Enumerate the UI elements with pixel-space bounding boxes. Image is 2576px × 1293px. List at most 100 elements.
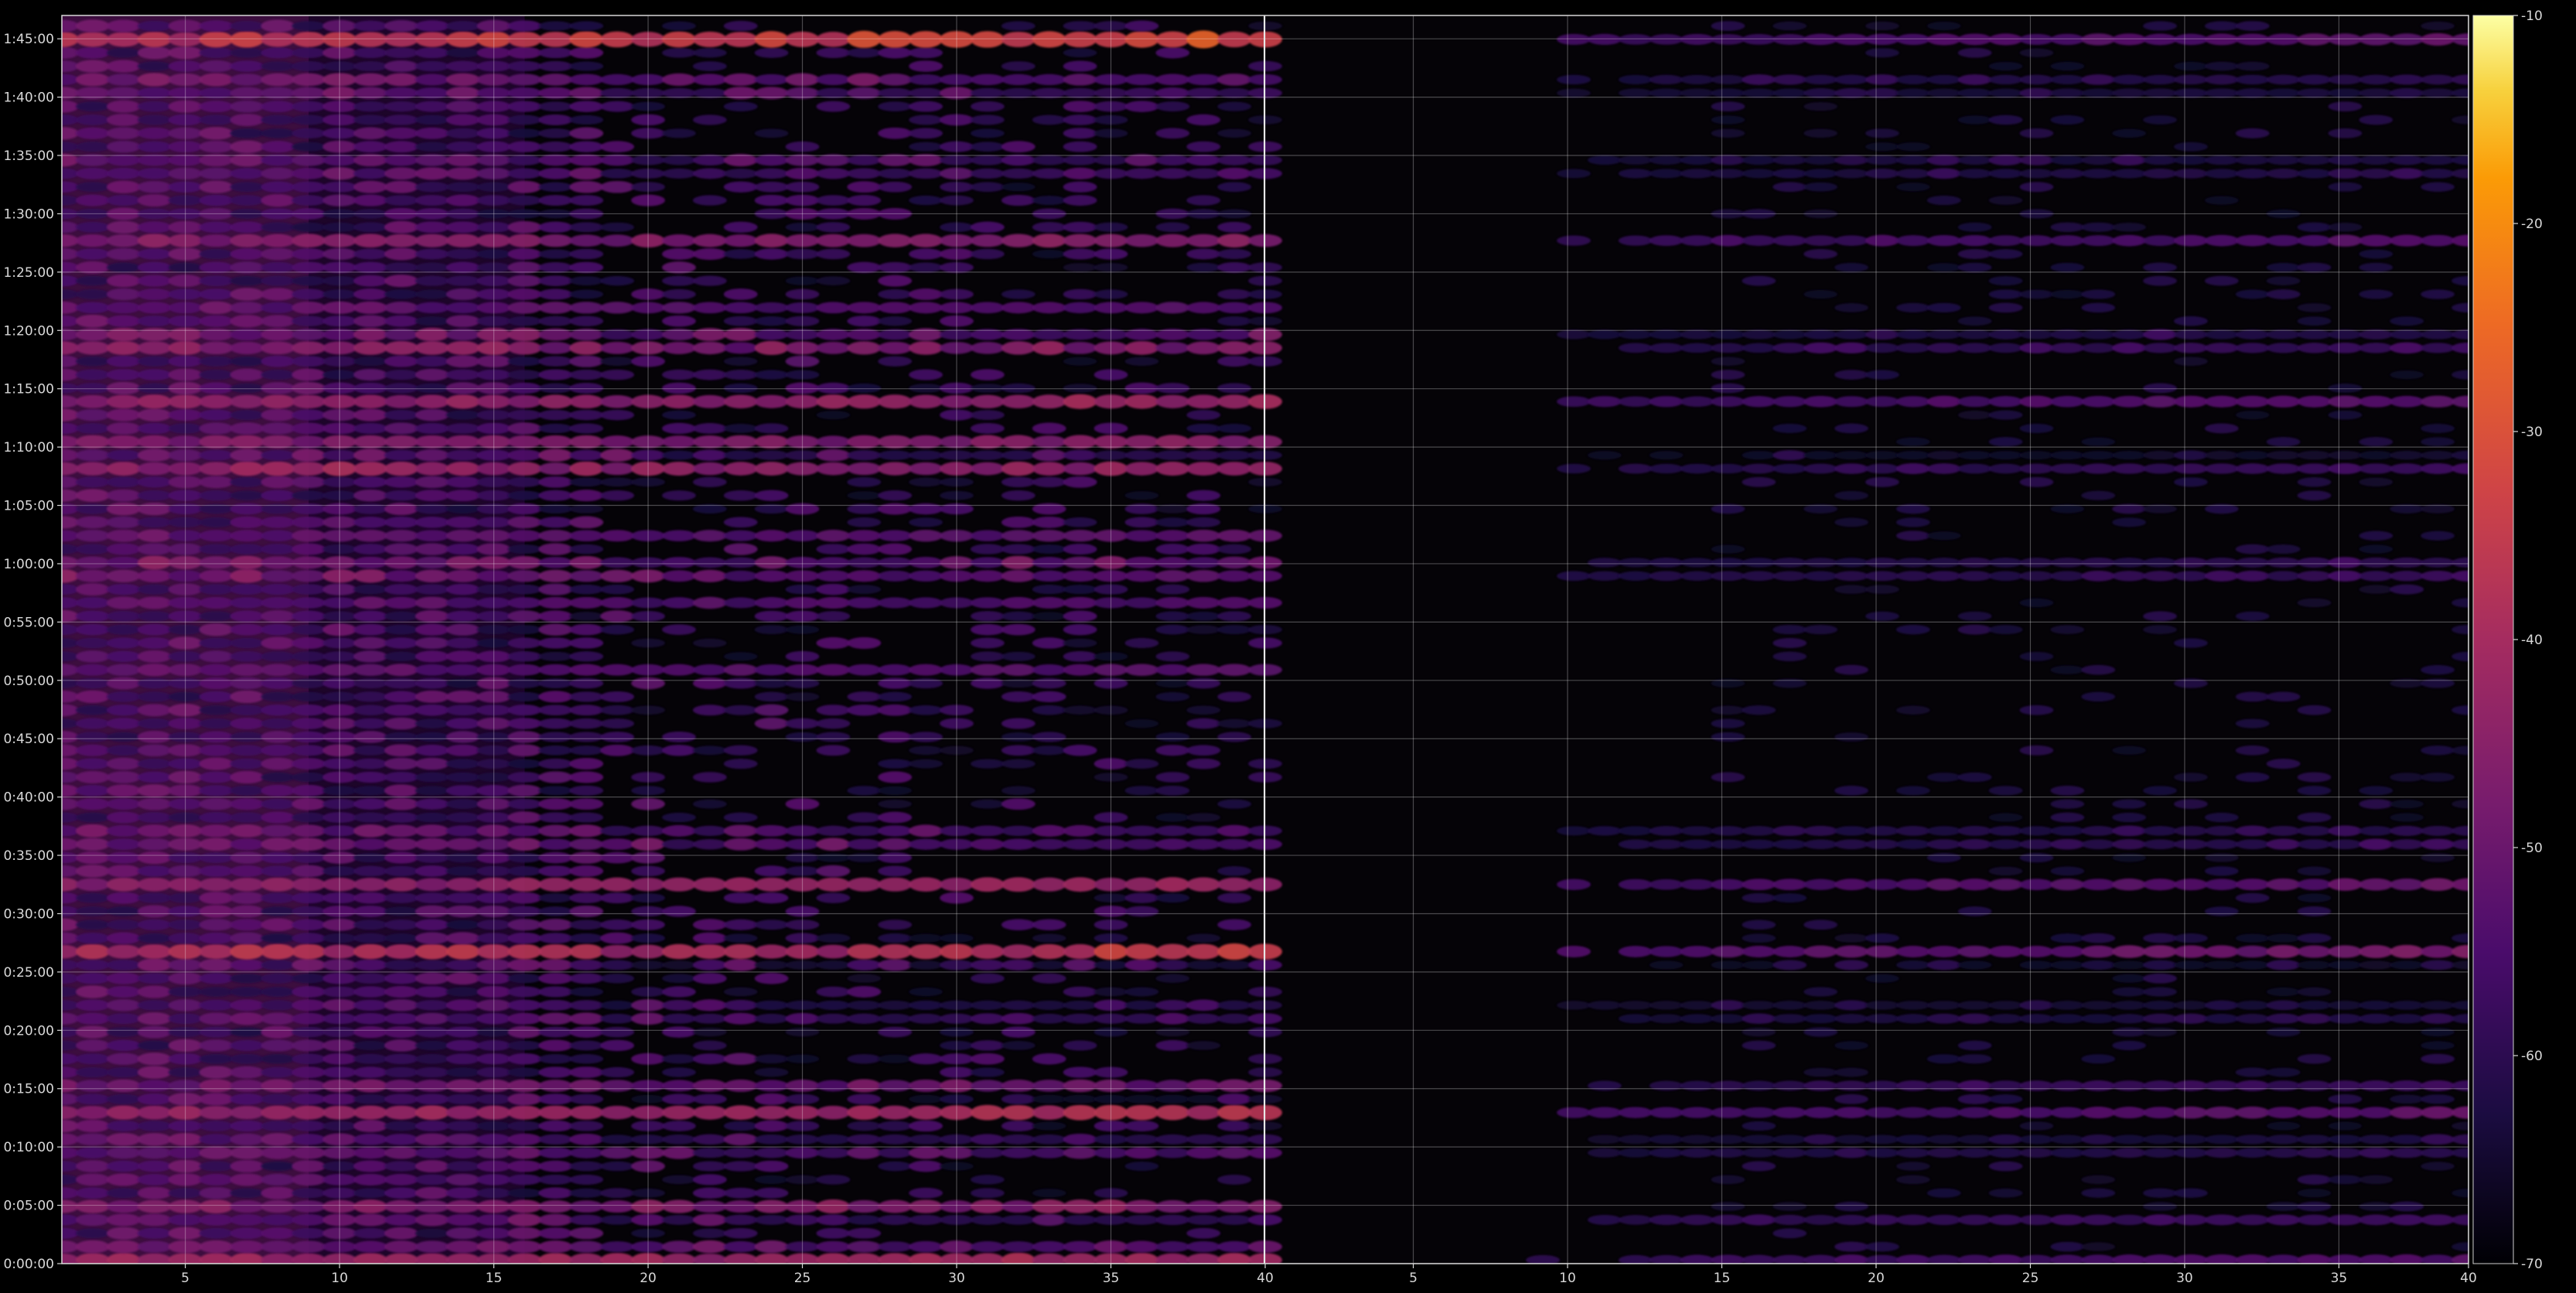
heatmap-cell bbox=[1988, 839, 2023, 849]
heatmap-cell bbox=[230, 824, 264, 838]
heatmap-cell bbox=[106, 461, 141, 476]
heatmap-cell bbox=[353, 1119, 387, 1133]
heatmap-cell bbox=[1155, 1134, 1190, 1145]
heatmap-cell bbox=[2359, 1202, 2393, 1211]
heatmap-cell bbox=[507, 932, 542, 944]
heatmap-cell bbox=[909, 745, 943, 756]
heatmap-cell bbox=[507, 570, 542, 582]
heatmap-cell bbox=[415, 852, 449, 863]
heatmap-cell bbox=[2390, 878, 2424, 891]
heatmap-cell bbox=[1032, 1147, 1066, 1158]
heatmap-cell bbox=[2390, 557, 2424, 568]
heatmap-cell bbox=[507, 20, 542, 32]
heatmap-cell bbox=[2081, 945, 2116, 958]
heatmap-cell bbox=[1926, 773, 1961, 782]
heatmap-cell bbox=[199, 1146, 234, 1159]
heatmap-cell bbox=[1711, 383, 1745, 394]
heatmap-cell bbox=[2421, 825, 2455, 836]
heatmap-cell bbox=[2421, 665, 2455, 675]
heatmap-cell bbox=[292, 718, 326, 730]
heatmap-cell bbox=[878, 919, 913, 930]
heatmap-cell bbox=[538, 182, 573, 193]
colorbar-tick-label: -40 bbox=[2521, 633, 2543, 648]
heatmap-cell bbox=[75, 476, 110, 488]
heatmap-cell bbox=[199, 288, 234, 300]
heatmap-cell bbox=[692, 302, 727, 314]
heatmap-cell bbox=[199, 101, 234, 113]
heatmap-cell bbox=[2266, 557, 2301, 568]
heatmap-cell bbox=[384, 247, 418, 261]
heatmap-cell bbox=[75, 785, 110, 797]
heatmap-cell bbox=[1001, 691, 1036, 702]
heatmap-cell bbox=[1742, 878, 1776, 891]
heatmap-cell bbox=[2112, 825, 2147, 837]
y-tick-label: 0:10:00 bbox=[3, 1140, 54, 1155]
heatmap-cell bbox=[2266, 1134, 2301, 1145]
heatmap-cell bbox=[1926, 329, 1961, 339]
heatmap-cell bbox=[2143, 839, 2177, 850]
heatmap-cell bbox=[2204, 329, 2239, 339]
heatmap-cell bbox=[261, 422, 295, 435]
heatmap-cell bbox=[106, 1039, 141, 1052]
heatmap-cell bbox=[569, 383, 604, 394]
heatmap-cell bbox=[847, 570, 882, 582]
heatmap-cell bbox=[1001, 718, 1036, 729]
heatmap-cell bbox=[1186, 141, 1221, 152]
heatmap-cell bbox=[292, 772, 326, 783]
heatmap-cell bbox=[353, 435, 387, 449]
heatmap-cell bbox=[445, 932, 480, 945]
heatmap-cell bbox=[1032, 394, 1066, 409]
heatmap-cell bbox=[754, 1187, 789, 1199]
heatmap-cell bbox=[261, 1093, 295, 1105]
heatmap-cell bbox=[2297, 303, 2332, 312]
heatmap-cell bbox=[261, 288, 295, 301]
heatmap-cell bbox=[1680, 1134, 1714, 1145]
heatmap-cell bbox=[1988, 1214, 2023, 1226]
heatmap-cell bbox=[1217, 450, 1252, 460]
heatmap-cell bbox=[1680, 1148, 1714, 1158]
heatmap-cell bbox=[847, 1013, 882, 1024]
heatmap-cell bbox=[384, 302, 418, 314]
heatmap-cell bbox=[816, 341, 851, 354]
heatmap-cell bbox=[878, 87, 913, 98]
y-tick-label: 0:55:00 bbox=[3, 615, 54, 630]
heatmap-cell bbox=[569, 851, 604, 864]
heatmap-cell bbox=[2390, 584, 2424, 595]
heatmap-cell bbox=[1001, 611, 1036, 622]
heatmap-cell bbox=[2081, 1148, 2116, 1158]
heatmap-cell bbox=[445, 1067, 480, 1077]
heatmap-cell bbox=[2204, 1214, 2239, 1226]
heatmap-cell bbox=[2019, 128, 2054, 138]
heatmap-cell bbox=[1957, 463, 1992, 474]
heatmap-cell bbox=[2019, 571, 2054, 582]
heatmap-cell bbox=[384, 664, 418, 677]
heatmap-cell bbox=[909, 1094, 943, 1104]
heatmap-cell bbox=[1186, 1105, 1221, 1120]
heatmap-cell bbox=[1217, 1104, 1252, 1121]
heatmap-cell bbox=[199, 1199, 234, 1214]
heatmap-cell bbox=[415, 408, 449, 421]
heatmap-cell bbox=[2235, 33, 2270, 46]
heatmap-cell bbox=[1618, 571, 1653, 581]
heatmap-cell bbox=[137, 1213, 172, 1226]
heatmap-cell bbox=[1988, 625, 2023, 635]
heatmap-cell bbox=[507, 31, 542, 48]
heatmap-cell bbox=[1742, 155, 1776, 165]
heatmap-cell bbox=[1557, 396, 1591, 408]
heatmap-cell bbox=[2235, 21, 2270, 31]
heatmap-cell bbox=[1649, 329, 1684, 339]
heatmap-cell bbox=[970, 1013, 1005, 1025]
heatmap-cell bbox=[1217, 1000, 1252, 1011]
heatmap-cell bbox=[292, 461, 326, 476]
heatmap-cell bbox=[569, 623, 604, 636]
heatmap-cell bbox=[816, 596, 851, 609]
heatmap-cell bbox=[292, 556, 326, 569]
heatmap-cell bbox=[1803, 1027, 1838, 1037]
heatmap-cell bbox=[970, 1215, 1005, 1225]
heatmap-cell bbox=[754, 248, 789, 260]
heatmap-cell bbox=[600, 851, 635, 864]
heatmap-cell bbox=[816, 449, 851, 462]
heatmap-cell bbox=[261, 1146, 295, 1159]
heatmap-cell bbox=[816, 664, 851, 676]
heatmap-cell bbox=[692, 1213, 727, 1226]
